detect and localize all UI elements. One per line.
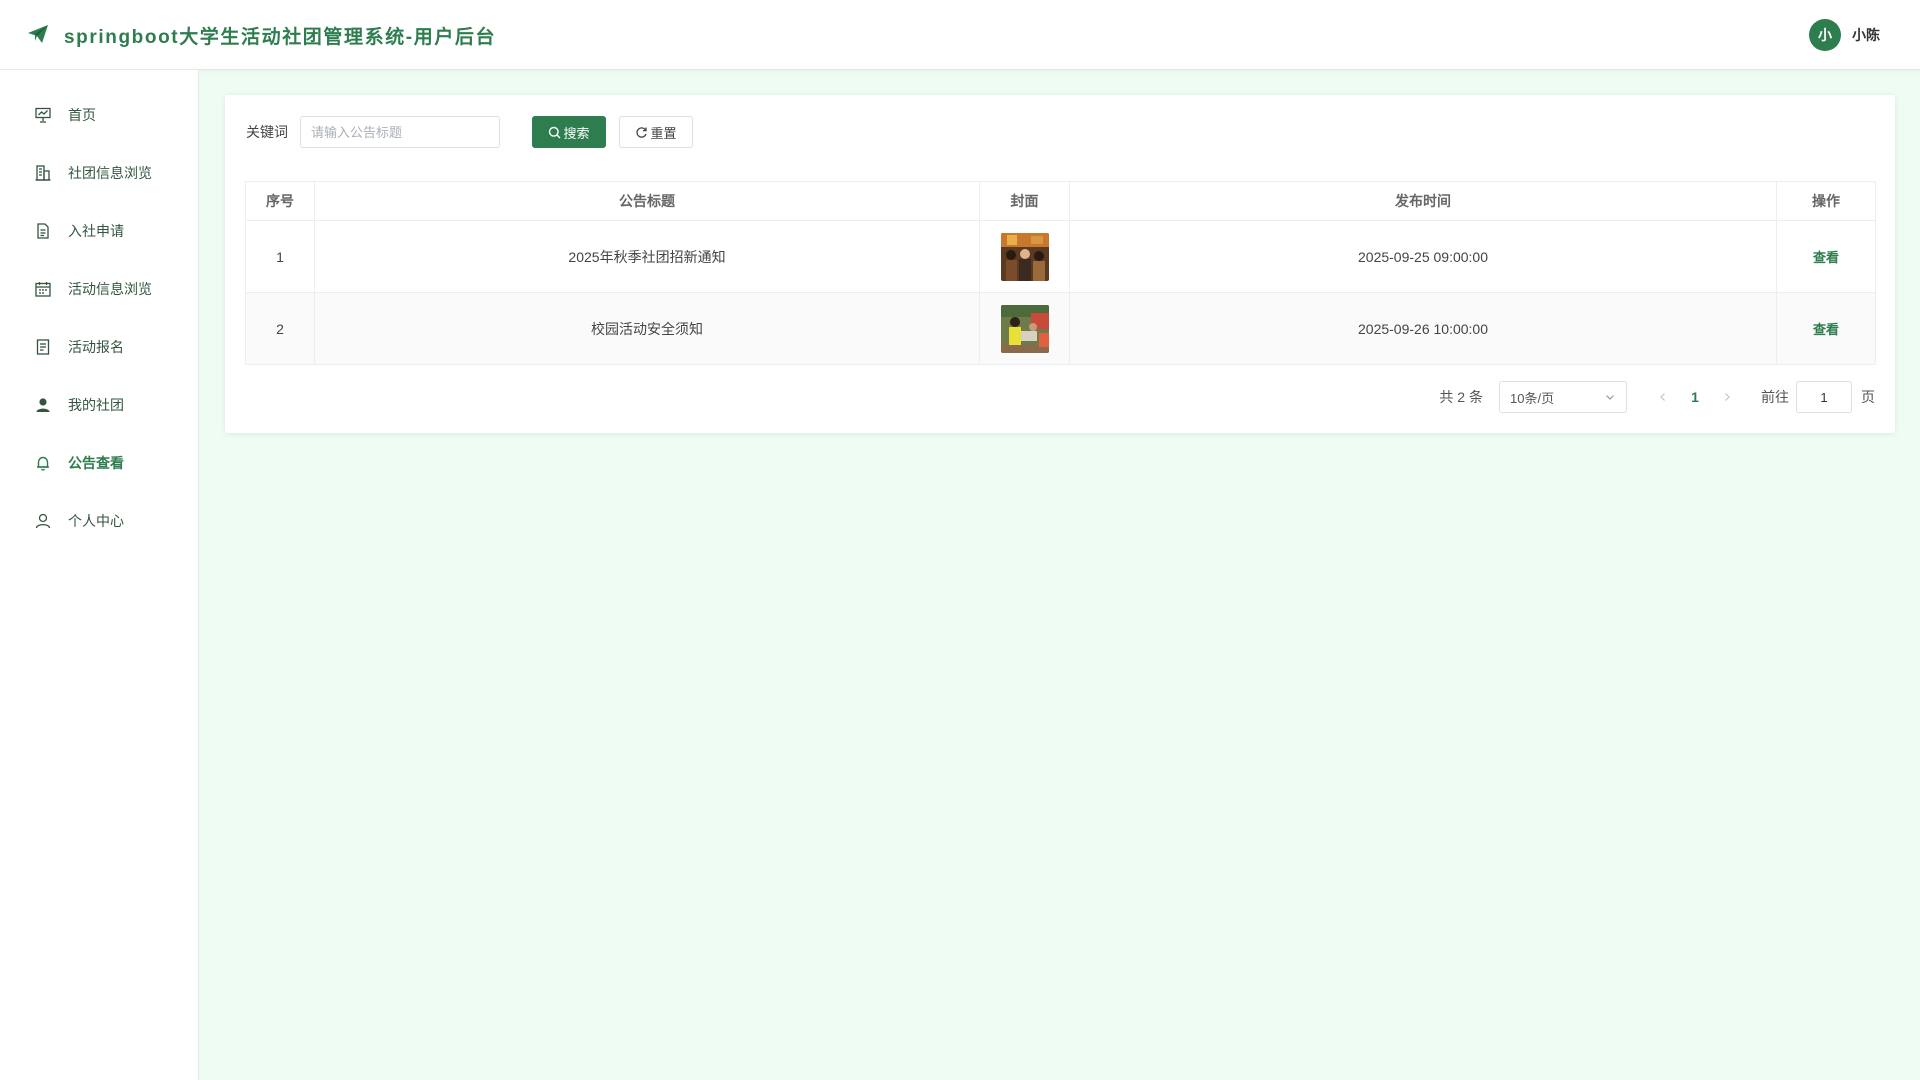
keyword-input[interactable] — [300, 116, 500, 148]
presentation-chart-icon — [34, 106, 52, 124]
sidebar-item-label: 公告查看 — [68, 455, 124, 471]
refresh-icon — [636, 126, 648, 138]
cover-image[interactable] — [1000, 232, 1049, 281]
column-header: 操作 — [1776, 181, 1876, 221]
sidebar-item-activity-signup[interactable]: 活动报名 — [0, 318, 198, 376]
document-icon — [34, 222, 52, 240]
page-size-select[interactable]: 10条/页 — [1499, 381, 1627, 413]
keyword-label: 关键词 — [246, 124, 288, 140]
sidebar-item-activity-browse[interactable]: 活动信息浏览 — [0, 260, 198, 318]
paper-plane-icon — [26, 22, 50, 46]
sidebar-item-label: 个人中心 — [68, 513, 124, 529]
column-header: 封面 — [979, 181, 1070, 221]
total-count: 共 2 条 — [1439, 389, 1483, 405]
user-filled-icon — [34, 396, 52, 414]
row-actions: 查看 — [1776, 220, 1876, 293]
prev-page-button[interactable] — [1647, 381, 1679, 413]
sidebar: 首页 社团信息浏览 入社申请 活动信息浏览 活动报名 我的社团 公告查看 个人中… — [0, 70, 199, 1080]
row-cover — [979, 220, 1070, 293]
row-published-time: 2025-09-25 09:00:00 — [1069, 220, 1777, 293]
search-button-label: 搜索 — [563, 125, 590, 141]
column-header: 序号 — [245, 181, 315, 221]
building-icon — [34, 164, 52, 182]
app-title: springboot大学生活动社团管理系统-用户后台 — [64, 27, 497, 48]
sidebar-menu: 首页 社团信息浏览 入社申请 活动信息浏览 活动报名 我的社团 公告查看 个人中… — [0, 70, 198, 550]
sidebar-item-label: 活动报名 — [68, 339, 124, 355]
form-icon — [34, 338, 52, 356]
announcement-table: 序号 公告标题 封面 发布时间 操作 1 2025年秋季社团招新通知 2025-… — [245, 181, 1876, 365]
goto-label: 前往 — [1761, 389, 1789, 405]
goto-suffix: 页 — [1861, 389, 1875, 405]
user-menu[interactable]: 小 小陈 — [1809, 19, 1880, 51]
sidebar-item-label: 社团信息浏览 — [68, 165, 152, 181]
search-button[interactable]: 搜索 — [532, 116, 606, 148]
sidebar-item-my-clubs[interactable]: 我的社团 — [0, 376, 198, 434]
goto-page-input[interactable] — [1796, 381, 1852, 413]
column-header: 公告标题 — [314, 181, 980, 221]
row-published-time: 2025-09-26 10:00:00 — [1069, 292, 1777, 365]
calendar-icon — [34, 280, 52, 298]
sidebar-item-label: 活动信息浏览 — [68, 281, 152, 297]
sidebar-item-profile[interactable]: 个人中心 — [0, 492, 198, 550]
table-row: 1 2025年秋季社团招新通知 2025-09-25 09:00:00 查看 — [245, 220, 1876, 293]
pagination: 共 2 条 10条/页 1 前往 页 — [1439, 381, 1875, 413]
page-size-value: 10条/页 — [1510, 390, 1555, 406]
chevron-left-icon — [1660, 393, 1665, 401]
row-cover — [979, 292, 1070, 365]
column-header: 发布时间 — [1069, 181, 1777, 221]
table-row: 2 校园活动安全须知 2025-09-26 10:00:00 查看 — [245, 292, 1876, 365]
reset-button-label: 重置 — [650, 125, 677, 141]
sidebar-item-join-apply[interactable]: 入社申请 — [0, 202, 198, 260]
username[interactable]: 小陈 — [1852, 25, 1880, 45]
row-index: 2 — [245, 292, 315, 365]
announcement-panel: 关键词 搜索 重置 序号 公告标题 封面 发布时间 操作 — [225, 95, 1895, 433]
sidebar-item-home[interactable]: 首页 — [0, 86, 198, 144]
row-actions: 查看 — [1776, 292, 1876, 365]
sidebar-item-announcements[interactable]: 公告查看 — [0, 434, 198, 492]
row-index: 1 — [245, 220, 315, 293]
bell-icon — [34, 454, 52, 472]
top-header: springboot大学生活动社团管理系统-用户后台 小 小陈 — [0, 0, 1920, 70]
reset-button[interactable]: 重置 — [619, 116, 693, 148]
cover-image[interactable] — [1000, 304, 1049, 353]
sidebar-item-label: 首页 — [68, 107, 96, 123]
view-link[interactable]: 查看 — [1813, 250, 1839, 265]
search-icon — [549, 126, 561, 138]
sidebar-item-label: 入社申请 — [68, 223, 124, 239]
chevron-down-icon — [1606, 395, 1614, 400]
page-number-current[interactable]: 1 — [1679, 381, 1711, 413]
view-link[interactable]: 查看 — [1813, 322, 1839, 337]
search-toolbar: 关键词 搜索 重置 — [246, 116, 693, 148]
user-icon — [34, 512, 52, 530]
row-title: 2025年秋季社团招新通知 — [314, 220, 980, 293]
sidebar-item-club-browse[interactable]: 社团信息浏览 — [0, 144, 198, 202]
next-page-button[interactable] — [1711, 381, 1743, 413]
row-title: 校园活动安全须知 — [314, 292, 980, 365]
sidebar-item-label: 我的社团 — [68, 397, 124, 413]
avatar[interactable]: 小 — [1809, 19, 1841, 51]
chevron-right-icon — [1725, 393, 1730, 401]
table-header-row: 序号 公告标题 封面 发布时间 操作 — [245, 181, 1876, 221]
